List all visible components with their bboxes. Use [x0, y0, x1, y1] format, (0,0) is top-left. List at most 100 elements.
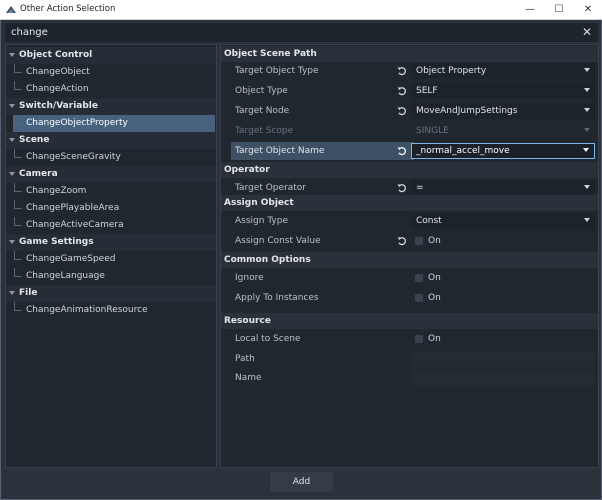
section-header: Common Options	[221, 252, 598, 268]
maximize-button[interactable]: ☐	[545, 0, 573, 20]
action-tree[interactable]: Object Control ChangeObject ChangeAction…	[5, 44, 217, 468]
dialog-body: ✕ Object Control ChangeObject ChangeActi…	[0, 20, 602, 500]
close-button[interactable]: ✕	[574, 0, 602, 20]
collapse-caret-icon[interactable]	[9, 172, 15, 176]
collapse-caret-icon[interactable]	[9, 291, 15, 295]
section-header: Object Scene Path	[221, 46, 598, 62]
local-to-scene-checkbox[interactable]: On	[411, 331, 595, 347]
select-value: MoveAndJumpSettings	[416, 106, 518, 116]
tree-item-change-scene-gravity[interactable]: ChangeSceneGravity	[6, 149, 216, 166]
tree-item-change-action[interactable]: ChangeAction	[6, 81, 216, 98]
prop-label: Target Object Name	[235, 146, 325, 156]
target-node-select[interactable]: MoveAndJumpSettings	[411, 103, 595, 119]
tree-guide-line	[14, 251, 22, 260]
checkbox[interactable]	[415, 237, 423, 245]
tree-item-change-active-camera[interactable]: ChangeActiveCamera	[6, 217, 216, 234]
tree-guide-line	[14, 268, 22, 277]
tree-item-change-language[interactable]: ChangeLanguage	[6, 268, 216, 285]
revert-icon[interactable]	[397, 236, 407, 246]
search-input[interactable]	[5, 23, 575, 42]
tree-category[interactable]: Scene	[6, 132, 216, 149]
assign-const-value-checkbox[interactable]: On	[411, 233, 595, 249]
name-input[interactable]	[411, 370, 595, 386]
target-object-type-select[interactable]: Object Property	[411, 63, 595, 79]
assign-type-select[interactable]: Const	[411, 213, 595, 229]
clear-search-icon[interactable]: ✕	[580, 24, 594, 40]
checkbox[interactable]	[415, 335, 423, 343]
tree-category-label: Switch/Variable	[19, 101, 98, 111]
tree-item-change-object[interactable]: ChangeObject	[6, 64, 216, 81]
revert-icon[interactable]	[397, 146, 407, 156]
tree-item-change-playable-area[interactable]: ChangePlayableArea	[6, 200, 216, 217]
prop-row-assign-const-value: Assign Const Value On	[221, 231, 598, 251]
revert-icon[interactable]	[397, 66, 407, 76]
revert-icon[interactable]	[397, 183, 407, 193]
prop-label: Apply To Instances	[235, 293, 319, 303]
tree-guide-line	[14, 183, 22, 192]
revert-icon[interactable]	[397, 106, 407, 116]
checkbox[interactable]	[415, 274, 423, 282]
revert-icon[interactable]	[397, 86, 407, 96]
app-logo-icon	[6, 6, 16, 13]
collapse-caret-icon[interactable]	[9, 240, 15, 244]
tree-item-label: ChangeAnimationResource	[26, 305, 148, 315]
apply-to-instances-checkbox[interactable]: On	[411, 290, 595, 306]
tree-category[interactable]: Game Settings	[6, 234, 216, 251]
tree-item-change-zoom[interactable]: ChangeZoom	[6, 183, 216, 200]
chevron-down-icon	[584, 185, 590, 189]
collapse-caret-icon[interactable]	[9, 104, 15, 108]
prop-label: Target Scope	[235, 126, 294, 136]
chevron-down-icon	[584, 68, 590, 72]
target-operator-select[interactable]: =	[411, 180, 595, 196]
prop-row-target-node: Target Node MoveAndJumpSettings	[221, 101, 598, 121]
select-value: SELF	[416, 86, 438, 96]
chevron-down-icon	[584, 88, 590, 92]
prop-label: Assign Const Value	[235, 236, 321, 246]
target-object-name-select[interactable]: _normal_accel_move	[411, 143, 595, 159]
tree-item-change-animation-resource[interactable]: ChangeAnimationResource	[6, 302, 216, 319]
tree-item-label: ChangeSceneGravity	[26, 152, 121, 162]
section-header: Operator	[221, 162, 598, 178]
tree-item-label: ChangeObjectProperty	[26, 118, 128, 128]
tree-item-label: ChangePlayableArea	[26, 203, 120, 213]
prop-label: Assign Type	[235, 216, 288, 226]
checkbox-label: On	[428, 236, 441, 246]
tree-item-label: ChangeGameSpeed	[26, 254, 116, 264]
checkbox[interactable]	[415, 294, 423, 302]
prop-row-local-to-scene: Local to Scene On	[221, 329, 598, 349]
tree-guide-line	[14, 115, 22, 124]
tree-item-label: ChangeActiveCamera	[26, 220, 124, 230]
ignore-checkbox[interactable]: On	[411, 270, 595, 286]
tree-category-label: Camera	[19, 169, 58, 179]
window-title: Other Action Selection	[20, 4, 116, 14]
tree-item-label: ChangeZoom	[26, 186, 87, 196]
tree-guide-line	[14, 302, 22, 311]
tree-guide-line	[14, 217, 22, 226]
prop-label: Local to Scene	[235, 334, 301, 344]
tree-item-change-object-property[interactable]: ChangeObjectProperty	[13, 115, 215, 132]
chevron-down-icon	[584, 108, 590, 112]
tree-category-label: Game Settings	[19, 237, 94, 247]
tree-item-label: ChangeAction	[26, 84, 89, 94]
tree-category-label: Scene	[19, 135, 50, 145]
prop-row-object-type: Object Type SELF	[221, 81, 598, 101]
title-bar: Other Action Selection — ☐ ✕	[0, 0, 602, 20]
collapse-caret-icon[interactable]	[9, 53, 15, 57]
minimize-button[interactable]: —	[516, 0, 544, 20]
tree-category[interactable]: Object Control	[6, 47, 216, 64]
prop-row-target-object-name: Target Object Name _normal_accel_move	[221, 141, 598, 161]
tree-category[interactable]: Camera	[6, 166, 216, 183]
tree-category[interactable]: Switch/Variable	[6, 98, 216, 115]
checkbox-label: On	[428, 334, 441, 344]
add-button[interactable]: Add	[270, 472, 333, 492]
path-input[interactable]	[411, 351, 595, 367]
prop-label: Target Object Type	[235, 66, 319, 76]
object-type-select[interactable]: SELF	[411, 83, 595, 99]
tree-item-label: ChangeLanguage	[26, 271, 105, 281]
property-inspector: Object Scene Path Target Object Type Obj…	[220, 44, 599, 468]
collapse-caret-icon[interactable]	[9, 138, 15, 142]
tree-guide-line	[14, 64, 22, 73]
tree-item-change-game-speed[interactable]: ChangeGameSpeed	[6, 251, 216, 268]
tree-category[interactable]: File	[6, 285, 216, 302]
prop-row-apply-to-instances: Apply To Instances On	[221, 288, 598, 308]
